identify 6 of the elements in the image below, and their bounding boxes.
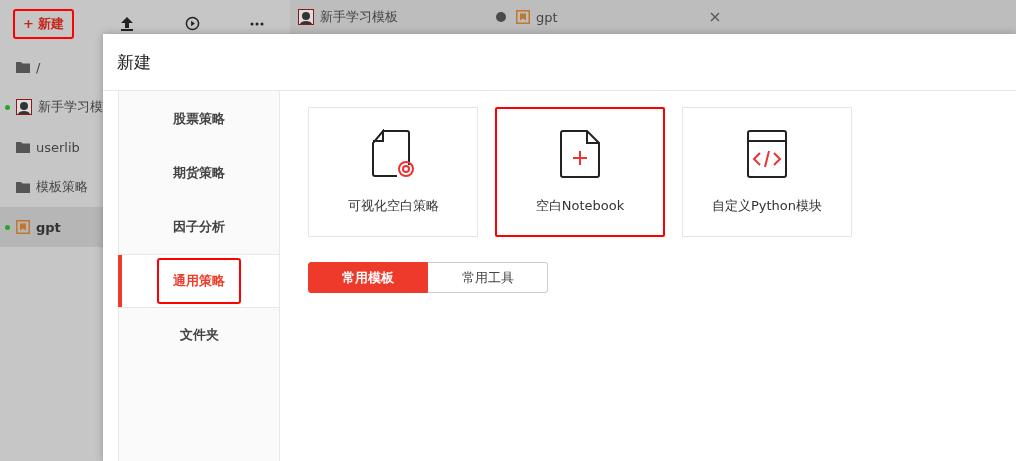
category-label: 通用策略 [157, 258, 241, 304]
category-label: 文件夹 [178, 326, 220, 344]
category-label: 股票策略 [172, 110, 226, 128]
dialog-title: 新建 [117, 50, 151, 74]
category-label: 因子分析 [172, 218, 226, 236]
category-label: 期货策略 [172, 164, 226, 182]
